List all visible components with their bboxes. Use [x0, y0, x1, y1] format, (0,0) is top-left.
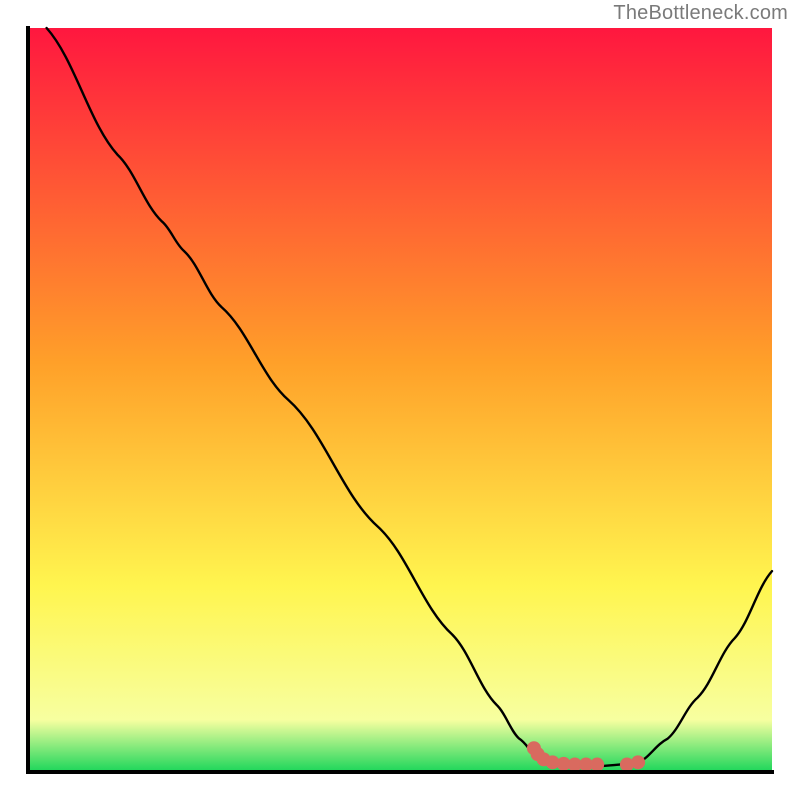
plot-background — [28, 28, 772, 772]
optimum-marker-dot — [631, 755, 645, 769]
bottleneck-chart — [0, 0, 800, 800]
attribution-text: TheBottleneck.com — [613, 2, 788, 25]
optimum-marker-dot — [590, 758, 604, 772]
